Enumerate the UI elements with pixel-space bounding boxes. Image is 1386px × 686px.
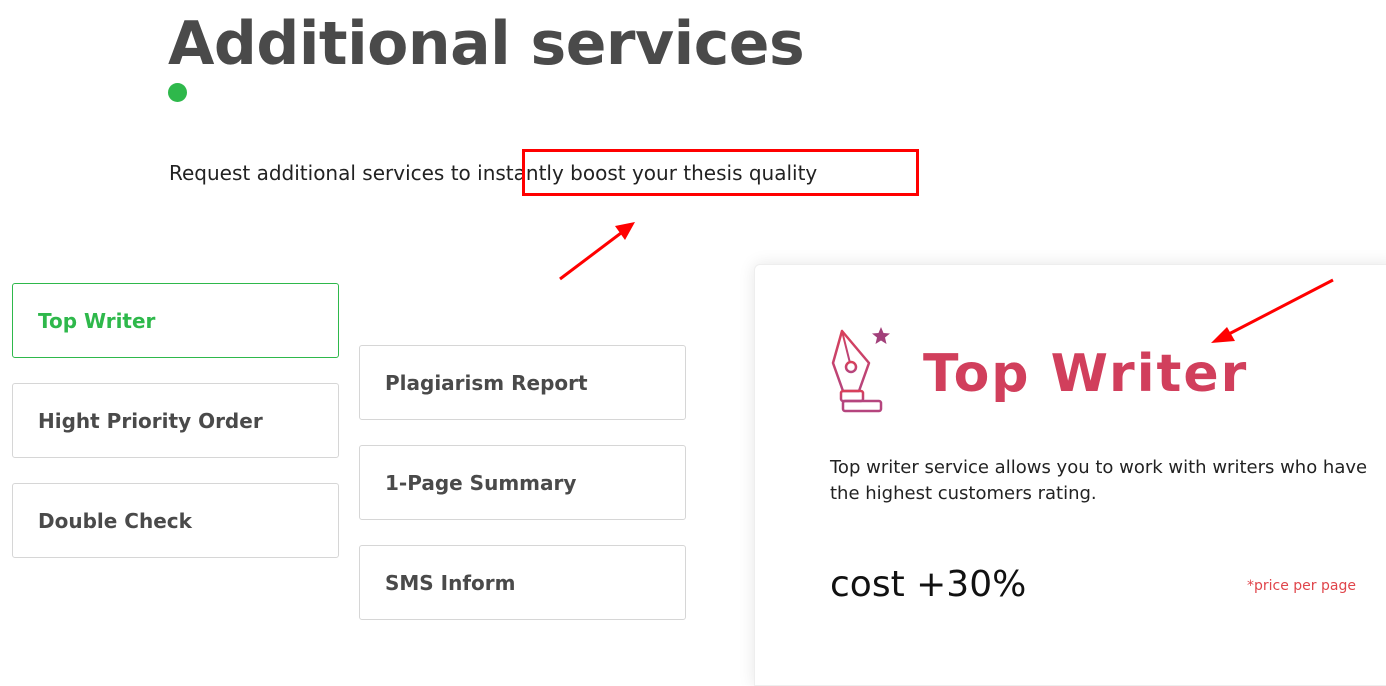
service-label: Top Writer bbox=[38, 308, 156, 333]
service-label: 1-Page Summary bbox=[385, 470, 577, 495]
subtitle-text: Request additional services to bbox=[169, 161, 478, 185]
annotation-arrow-icon bbox=[559, 222, 635, 281]
title-accent-dot bbox=[168, 83, 187, 102]
detail-cost: cost +30% bbox=[830, 564, 1027, 605]
service-label: Double Check bbox=[38, 508, 192, 533]
pen-nib-star-icon bbox=[831, 327, 890, 413]
service-label: SMS Inform bbox=[385, 570, 516, 595]
service-sms-inform-button[interactable]: SMS Inform bbox=[359, 545, 686, 620]
service-label: Plagiarism Report bbox=[385, 370, 588, 395]
service-summary-button[interactable]: 1-Page Summary bbox=[359, 445, 686, 520]
price-note: *price per page bbox=[1247, 578, 1356, 594]
detail-description: Top writer service allows you to work wi… bbox=[830, 457, 1368, 504]
service-label: Hight Priority Order bbox=[38, 408, 263, 433]
service-top-writer-button[interactable]: Top Writer bbox=[12, 283, 339, 358]
annotation-arrow-icon bbox=[1211, 278, 1334, 343]
service-plagiarism-report-button[interactable]: Plagiarism Report bbox=[359, 345, 686, 420]
annotation-highlight-box bbox=[522, 149, 919, 196]
service-high-priority-button[interactable]: Hight Priority Order bbox=[12, 383, 339, 458]
detail-title: Top Writer bbox=[923, 344, 1249, 404]
service-double-check-button[interactable]: Double Check bbox=[12, 483, 339, 558]
page-title: Additional services bbox=[168, 9, 805, 79]
